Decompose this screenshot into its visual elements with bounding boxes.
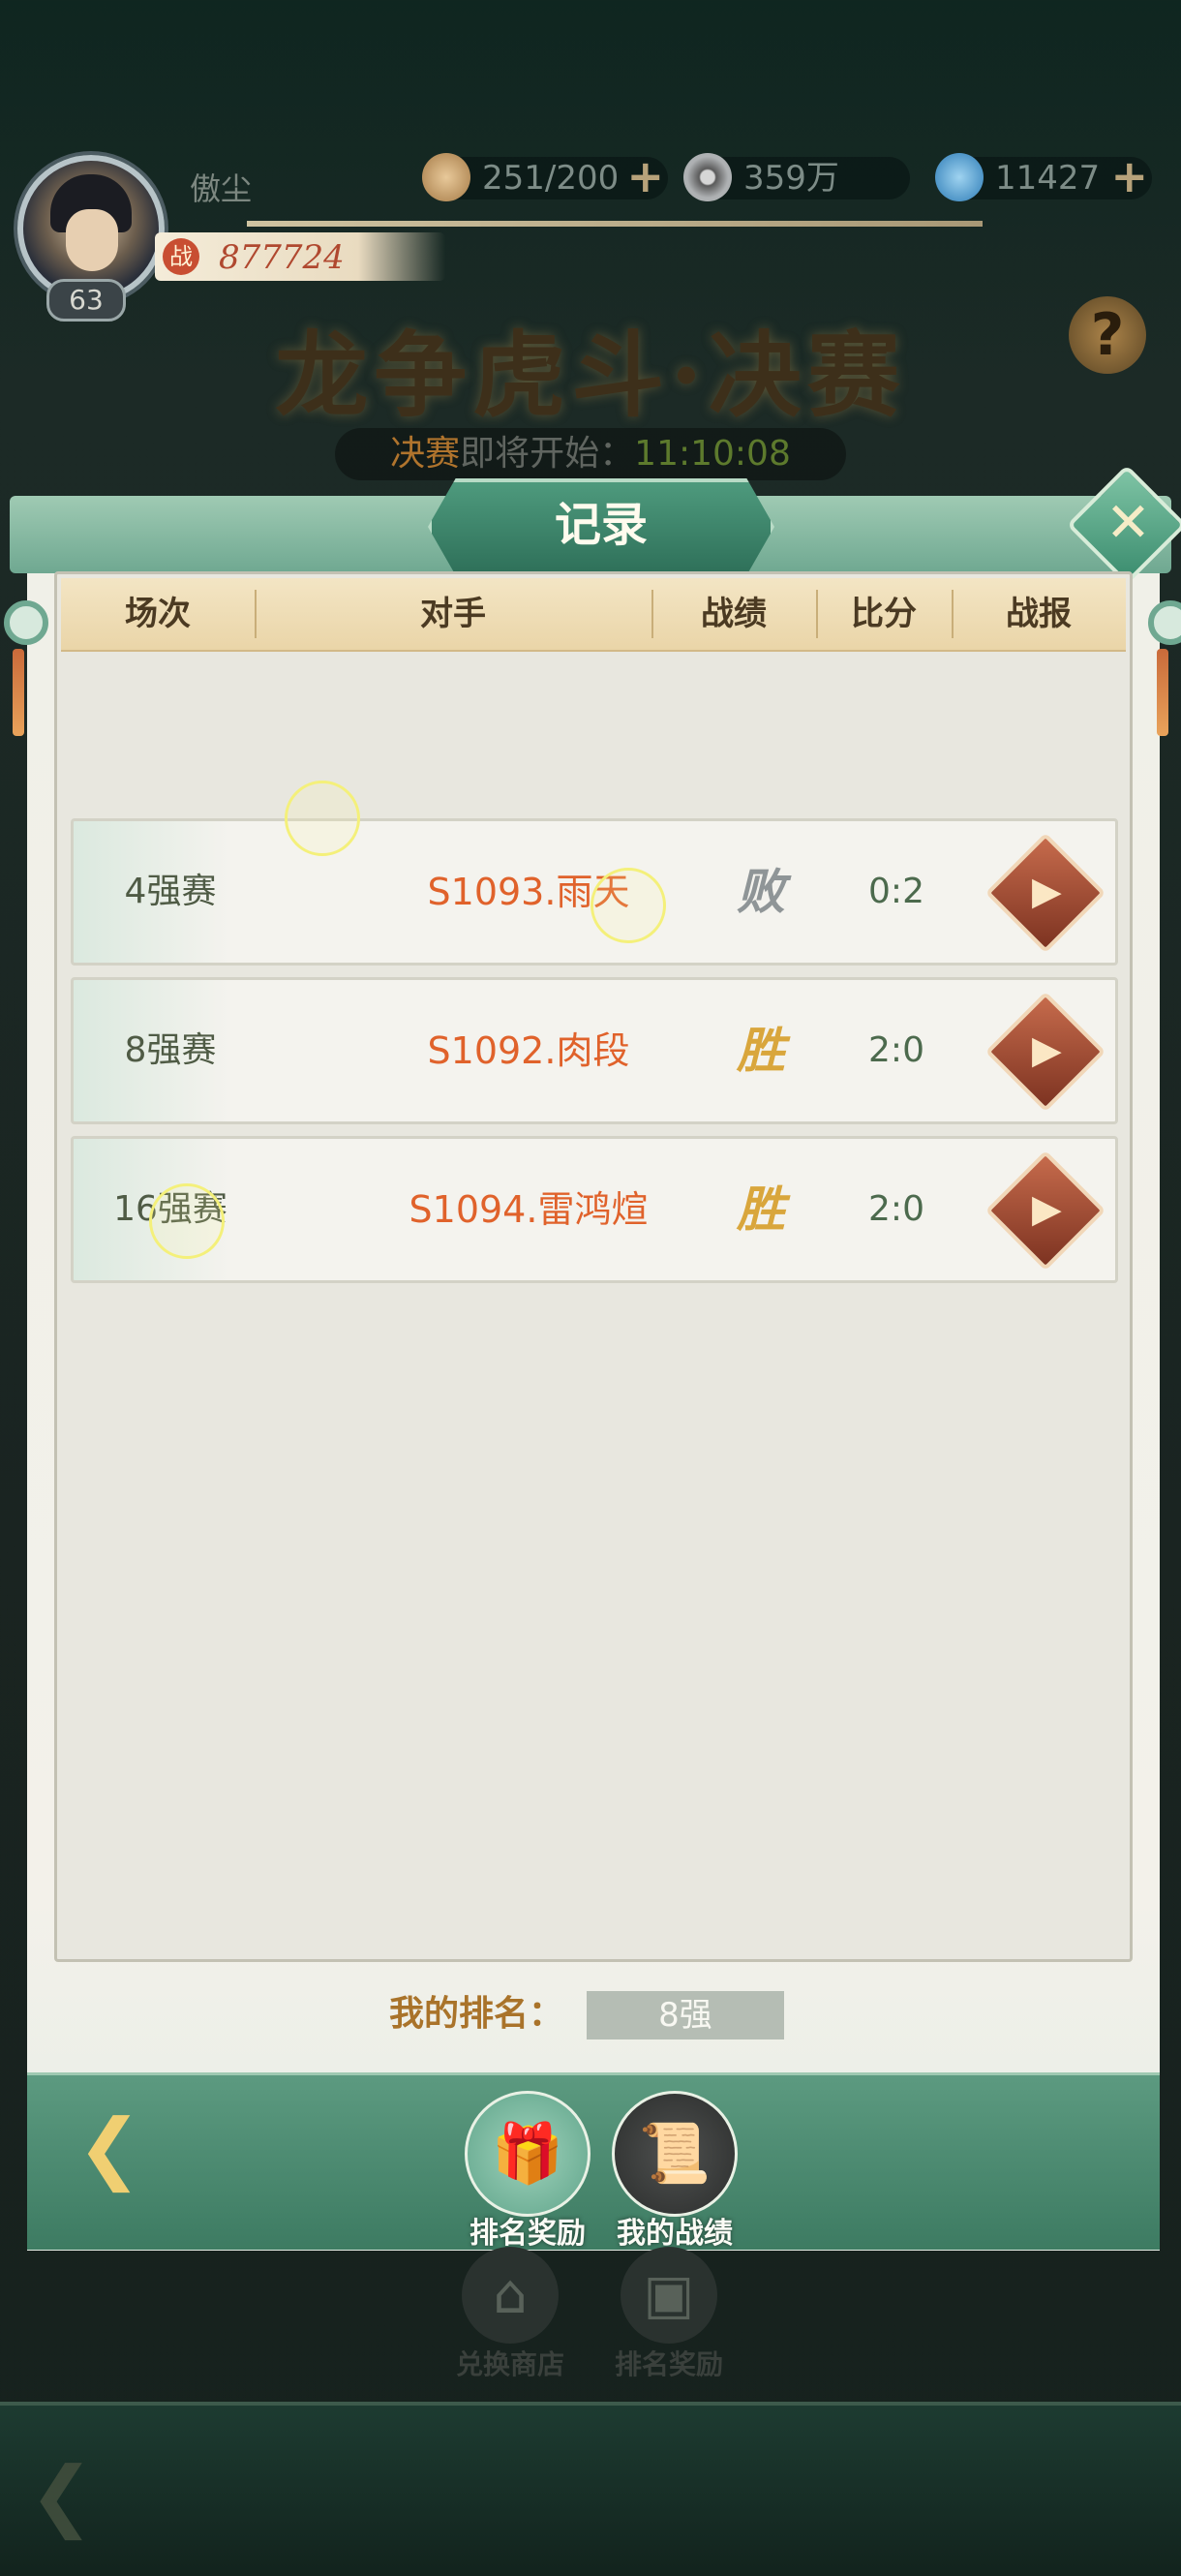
- row-opponent[interactable]: S1094.雷鸿煊: [364, 1139, 693, 1280]
- coin-value: 359万: [743, 159, 839, 198]
- countdown-time: 11:10:08: [634, 434, 791, 474]
- countdown-banner: 决赛即将开始：11:10:08: [335, 428, 846, 480]
- left-ornament: [4, 600, 48, 746]
- combat-power-value: 877724: [219, 238, 345, 277]
- bg-shop-button: ⌂ 兑换商店: [447, 2247, 573, 2382]
- record-table: 场次 对手 战绩 比分 战报 4强赛 S1093.雨天 败 0:2 ▶ 8强赛 …: [54, 571, 1133, 1962]
- bottom-bar: [0, 2402, 1181, 2576]
- video-camera-icon: ▶: [1032, 1027, 1062, 1073]
- add-jade-button[interactable]: +: [1110, 154, 1148, 199]
- avatar-face: [66, 209, 118, 271]
- close-icon: ✕: [1105, 491, 1151, 555]
- table-row: 8强赛 S1092.肉段 胜 2:0 ▶: [71, 977, 1118, 1124]
- touch-indicator: [149, 1183, 225, 1259]
- replay-button[interactable]: ▶: [984, 1150, 1106, 1272]
- hud-divider: [247, 221, 983, 227]
- video-camera-icon: ▶: [1032, 869, 1062, 914]
- coin-resource: 359万: [683, 153, 910, 201]
- event-title: 龙争虎斗·决赛: [275, 321, 906, 430]
- record-dialog: 记录 ✕ 场次 对手 战绩 比分 战报 4强赛 S1093.雨天 败 0:2 ▶…: [4, 464, 1181, 2251]
- video-camera-icon: ▶: [1032, 1186, 1062, 1232]
- row-score: 2:0: [868, 1189, 924, 1229]
- combat-power-bar: 战 877724: [155, 232, 445, 281]
- touch-indicator: [285, 781, 360, 856]
- row-score: 0:2: [868, 872, 924, 911]
- combat-power-icon: 战: [163, 238, 199, 275]
- dialog-title: 记录: [428, 478, 774, 575]
- row-round: 4强赛: [124, 872, 217, 911]
- tab-rank-reward[interactable]: 🎁 排名奖励: [465, 2091, 590, 2251]
- col-report: 战报: [1006, 595, 1072, 633]
- tab-my-record[interactable]: 📜 我的战绩: [612, 2091, 738, 2251]
- row-result: 胜: [737, 1181, 785, 1238]
- table-row: 16强赛 S1094.雷鸿煊 胜 2:0 ▶: [71, 1136, 1118, 1283]
- scroll-icon: 📜: [612, 2091, 738, 2217]
- bun-icon: [422, 153, 470, 201]
- jade-icon: [935, 153, 984, 201]
- col-round: 场次: [125, 595, 191, 633]
- stamina-value: 251/200: [482, 159, 620, 198]
- col-opponent: 对手: [420, 595, 486, 633]
- row-result: 胜: [737, 1022, 785, 1079]
- bg-shop-label: 兑换商店: [455, 2348, 564, 2380]
- bg-reward-label: 排名奖励: [614, 2348, 723, 2380]
- replay-button[interactable]: ▶: [984, 991, 1106, 1113]
- my-rank-value: 8强: [587, 1991, 784, 2039]
- gift-icon: ▣: [621, 2247, 717, 2344]
- countdown-stage: 决赛: [390, 434, 461, 474]
- coin-icon: [683, 153, 732, 201]
- jade-resource: 11427 +: [935, 153, 1152, 201]
- my-rank: 我的排名： 8强: [10, 1985, 1171, 2043]
- bottom-back-icon: ❮: [29, 2450, 95, 2540]
- dialog-tab-bar: ❮ 🎁 排名奖励 📜 我的战绩: [27, 2072, 1160, 2251]
- background-menu: ⌂ 兑换商店 ▣ 排名奖励: [0, 2247, 1181, 2421]
- row-round: 8强赛: [124, 1030, 217, 1070]
- touch-indicator: [590, 868, 666, 943]
- pagoda-icon: ⌂: [462, 2247, 559, 2344]
- bg-reward-button: ▣ 排名奖励: [606, 2247, 732, 2382]
- player-name: 傲尘: [190, 170, 253, 207]
- jade-value: 11427: [995, 159, 1101, 198]
- tab-rank-reward-label: 排名奖励: [469, 2217, 586, 2251]
- gift-icon: 🎁: [465, 2091, 590, 2217]
- row-result: 败: [737, 863, 785, 920]
- right-ornament: [1148, 600, 1181, 746]
- col-result: 战绩: [701, 595, 767, 633]
- help-button[interactable]: ?: [1069, 296, 1146, 374]
- row-opponent[interactable]: S1092.肉段: [364, 980, 693, 1121]
- countdown-label: 即将开始：: [460, 434, 635, 474]
- col-score: 比分: [851, 595, 917, 633]
- row-score: 2:0: [868, 1030, 924, 1070]
- stamina-resource: 251/200 +: [422, 153, 668, 201]
- tab-my-record-label: 我的战绩: [617, 2217, 733, 2251]
- table-header: 场次 对手 战绩 比分 战报: [61, 578, 1126, 652]
- replay-button[interactable]: ▶: [984, 832, 1106, 954]
- my-rank-label: 我的排名：: [389, 1994, 564, 2034]
- back-button[interactable]: ❮: [56, 2104, 163, 2192]
- add-stamina-button[interactable]: +: [626, 154, 664, 199]
